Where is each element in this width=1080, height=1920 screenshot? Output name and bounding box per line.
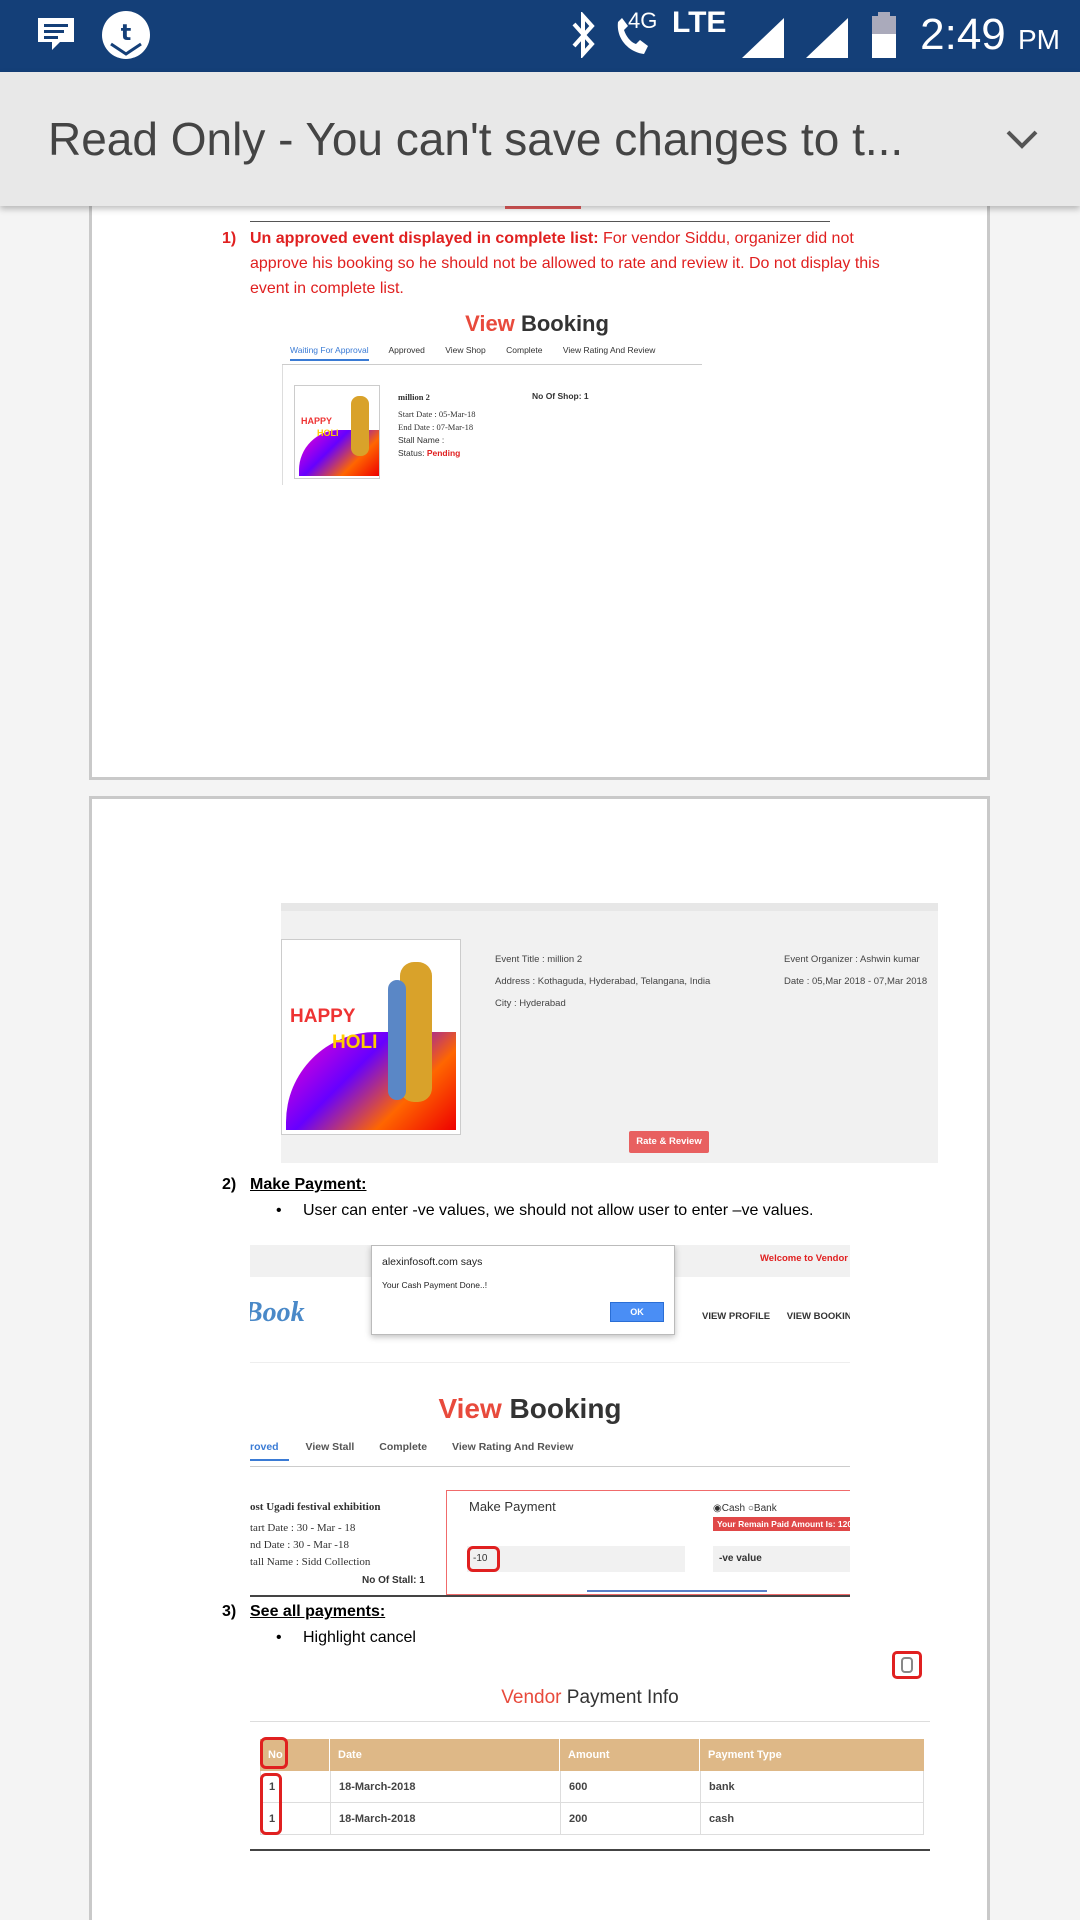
divider bbox=[250, 1849, 930, 1851]
dialog-title: alexinfosoft.com says bbox=[382, 1256, 483, 1268]
issue-2-bullet: User can enter -ve values, we should not… bbox=[303, 1202, 814, 1219]
tab-approved[interactable]: roved bbox=[250, 1441, 289, 1461]
screenshot-event-detail: HAPPY HOLI Event Title : million 2 Addre… bbox=[281, 903, 938, 1163]
nav-menu: VIEW PROFILE VIEW BOOKIN bbox=[702, 1311, 850, 1322]
cancel-icon[interactable] bbox=[895, 1654, 919, 1676]
app-icon: t bbox=[102, 11, 150, 59]
payment-info-heading: Vendor Payment Info bbox=[501, 1687, 679, 1708]
issue-3-title: See all payments: bbox=[250, 1603, 386, 1620]
signal-icon bbox=[742, 18, 784, 58]
issue-1-title: Un approved event displayed in complete … bbox=[250, 230, 599, 247]
issue-number: 1) bbox=[222, 230, 237, 247]
bluetooth-icon bbox=[572, 12, 595, 58]
svg-text:t: t bbox=[121, 21, 132, 46]
tab-view-rating[interactable]: View Rating And Review bbox=[563, 345, 655, 355]
view-booking-heading: View Booking bbox=[438, 1393, 622, 1424]
tab-complete[interactable]: Complete bbox=[379, 1441, 427, 1453]
issue-number: 2) bbox=[222, 1176, 237, 1193]
issue-3-bullet: Highlight cancel bbox=[303, 1629, 416, 1646]
make-payment-title: Make Payment bbox=[469, 1499, 556, 1514]
welcome-text: Welcome to Vendor bbox=[760, 1253, 848, 1264]
tab-waiting-approval[interactable]: Waiting For Approval bbox=[290, 345, 369, 361]
highlight-box bbox=[892, 1651, 922, 1679]
payments-table: No Date Amount Payment Type 1 18-March-2… bbox=[260, 1739, 924, 1835]
tab-bar: roved View Stall Complete View Rating An… bbox=[250, 1441, 850, 1467]
ok-button[interactable]: OK bbox=[610, 1302, 664, 1322]
event-info: Event Title : million 2 Address : Kothag… bbox=[495, 954, 711, 1009]
divider bbox=[250, 1595, 850, 1597]
site-logo: Book bbox=[250, 1297, 305, 1328]
issue-1-text: Un approved event displayed in complete … bbox=[250, 226, 890, 301]
battery-icon bbox=[872, 12, 896, 58]
alert-dialog: alexinfosoft.com says Your Cash Payment … bbox=[371, 1245, 675, 1335]
table-header: No Date Amount Payment Type bbox=[260, 1739, 924, 1771]
notification-icon bbox=[38, 18, 74, 50]
event-organizer-info: Event Organizer : Ashwin kumar Date : 05… bbox=[784, 954, 928, 987]
screenshot-payment-info: Vendor Payment Info No Date Amount Payme… bbox=[250, 1651, 930, 1851]
screenshot-view-booking-1: View Booking Waiting For Approval Approv… bbox=[282, 311, 702, 493]
make-payment-panel: Make Payment ◉Cash ○Bank Your Remain Pai… bbox=[446, 1490, 850, 1595]
highlight-box bbox=[260, 1773, 282, 1835]
read-only-message: Read Only - You can't save changes to t.… bbox=[48, 113, 904, 165]
tab-complete[interactable]: Complete bbox=[506, 345, 542, 355]
chevron-down-icon[interactable] bbox=[994, 110, 1050, 166]
clock: 2:49 PM bbox=[920, 10, 1060, 59]
remain-amount-badge: Your Remain Paid Amount Is: 1200 bbox=[713, 1517, 850, 1531]
screenshot-make-payment: Welcome to Vendor Book VIEW PROFILE VIEW… bbox=[250, 1245, 850, 1595]
tab-bar: Waiting For Approval Approved View Shop … bbox=[282, 345, 702, 365]
tab-view-shop[interactable]: View Shop bbox=[445, 345, 485, 355]
nav-view-booking[interactable]: VIEW BOOKIN bbox=[787, 1311, 850, 1322]
tab-view-stall[interactable]: View Stall bbox=[306, 1441, 355, 1453]
rate-review-button[interactable]: Rate & Review bbox=[629, 1131, 709, 1153]
read-only-banner: Read Only - You can't save changes to t.… bbox=[0, 72, 1080, 206]
signal-icon bbox=[806, 18, 848, 58]
booking-details: ost Ugadi festival exhibition tart Date … bbox=[250, 1501, 381, 1568]
lte-indicator: LTE bbox=[672, 6, 727, 39]
view-booking-heading: View Booking bbox=[465, 311, 609, 336]
event-image: HAPPY HOLI bbox=[281, 939, 461, 1135]
document-page-1: 1) Un approved event displayed in comple… bbox=[89, 160, 990, 780]
highlight-box bbox=[260, 1737, 288, 1769]
tab-approved[interactable]: Approved bbox=[389, 345, 425, 355]
no-of-stall: No Of Stall: 1 bbox=[362, 1575, 425, 1586]
table-row: 1 18-March-2018 200 cash bbox=[260, 1803, 924, 1835]
bullet-icon: • bbox=[276, 1629, 282, 1646]
payment-method-radio[interactable]: ◉Cash ○Bank bbox=[713, 1503, 777, 1514]
issue-number: 3) bbox=[222, 1603, 237, 1620]
tab-view-rating[interactable]: View Rating And Review bbox=[452, 1441, 573, 1453]
dialog-message: Your Cash Payment Done..! bbox=[382, 1280, 488, 1290]
document-page-2: HAPPY HOLI Event Title : million 2 Addre… bbox=[89, 796, 990, 1920]
status-bar: t 4G LTE 2:49 PM bbox=[0, 0, 1080, 72]
nav-view-profile[interactable]: VIEW PROFILE bbox=[702, 1311, 770, 1322]
divider bbox=[250, 221, 830, 222]
network-type: 4G bbox=[628, 8, 658, 33]
event-details: million 2 Start Date : 05-Mar-18 End Dat… bbox=[398, 392, 476, 458]
highlight-box bbox=[467, 1546, 500, 1572]
event-image: HAPPY HOLI bbox=[294, 385, 380, 479]
ve-value-label: -ve value bbox=[719, 1553, 762, 1564]
no-of-shop: No Of Shop: 1 bbox=[532, 391, 589, 401]
issue-2-title: Make Payment: bbox=[250, 1176, 367, 1193]
table-row: 1 18-March-2018 600 bank bbox=[260, 1771, 924, 1803]
bullet-icon: • bbox=[276, 1202, 282, 1219]
